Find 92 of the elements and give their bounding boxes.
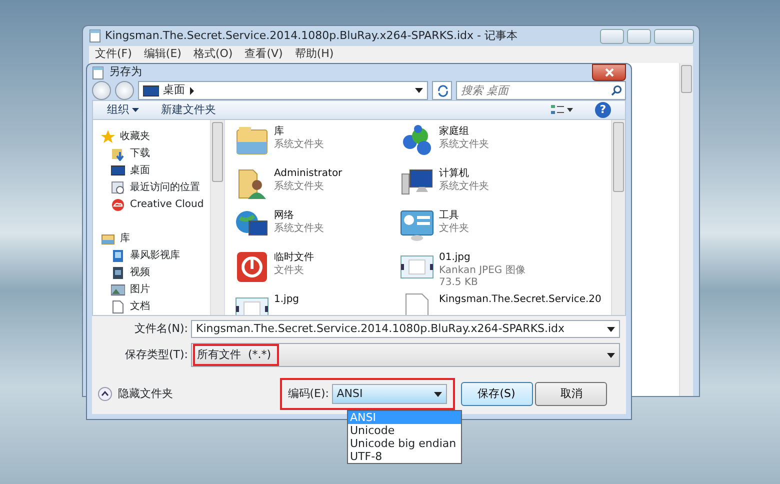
new-folder-button[interactable]: 新建文件夹 [160, 102, 216, 118]
menu-item[interactable]: 格式(O) [193, 46, 233, 63]
menu-item[interactable]: 帮助(H) [294, 46, 334, 63]
notepad-icon [92, 66, 104, 80]
scrollbar[interactable] [210, 120, 224, 315]
picture-icon [111, 282, 125, 296]
sidebar-item[interactable]: 视频 [130, 265, 150, 280]
media-library-icon [111, 248, 125, 262]
minimize-button[interactable] [600, 28, 624, 44]
close-button[interactable] [592, 64, 626, 81]
cloud-logo-icon [111, 198, 125, 212]
field-value: ANSI [336, 386, 363, 402]
video-icon [111, 266, 125, 280]
organize-menu[interactable]: 组织 [107, 102, 139, 118]
caret-icon [132, 108, 139, 112]
field-value: Kingsman.The.Secret.Service.2014.1080p.BluRay.x264-SPARKS.idx [196, 320, 565, 337]
power-button-icon [235, 250, 269, 284]
file-detail: 文件夹 [439, 222, 469, 234]
desktop-icon [143, 84, 159, 97]
address-bar[interactable]: 桌面 [138, 81, 428, 100]
document-icon [111, 300, 125, 314]
dropdown-option[interactable]: Unicode big endian [348, 437, 461, 450]
file-name[interactable]: Kingsman.The.Secret.Service.20 [439, 294, 602, 306]
file-name[interactable]: 网络 [274, 210, 324, 222]
file-type-dropdown[interactable]: 所有文件 (*.*) [191, 343, 620, 367]
search-icon [611, 85, 622, 96]
breadcrumb[interactable]: 桌面 [163, 82, 185, 99]
encoding-dropdown[interactable]: ANSI [332, 384, 447, 404]
sidebar-item[interactable]: 暴风影视库 [130, 248, 180, 263]
file-name[interactable]: 01.jpg [439, 252, 526, 264]
cancel-button[interactable]: 取消 [535, 382, 608, 406]
field-label: 保存类型(T): [124, 346, 188, 363]
hide-folders-toggle[interactable]: 隐藏文件夹 [118, 386, 173, 402]
file-detail: Kankan JPEG 图像 [439, 264, 526, 276]
window-title: Kingsman.The.Secret.Service.2014.1080p.BluRay.x264-SPARKS.idx - 记事本 [105, 28, 518, 44]
control-panel-icon [400, 208, 434, 242]
download-folder-icon [111, 146, 125, 160]
sidebar-item[interactable]: 图片 [130, 282, 150, 297]
file-name[interactable]: 库 [274, 126, 324, 138]
refresh-icon [437, 84, 449, 97]
close-icon [604, 68, 614, 77]
scrollbar[interactable] [611, 120, 625, 315]
forward-button[interactable] [115, 81, 134, 100]
file-name[interactable]: 1.jpg [274, 294, 300, 306]
save-button[interactable]: 保存(S) [460, 382, 532, 406]
encoding-label: 编码(E): [288, 386, 329, 402]
dropdown-option[interactable]: Unicode [348, 424, 461, 437]
file-detail: 系统文件夹 [274, 180, 325, 192]
menu-item[interactable]: 查看(V) [244, 46, 283, 63]
dropdown-arrow-icon [607, 326, 615, 332]
file-name[interactable]: 临时文件 [274, 252, 314, 264]
back-button[interactable] [92, 81, 111, 100]
field-value: 所有文件 (*.*) [193, 344, 280, 366]
file-detail: 73.5 KB [439, 276, 479, 288]
menu-item[interactable]: 编辑(E) [144, 46, 182, 63]
sidebar-item[interactable]: 下载 [130, 146, 150, 161]
file-detail: 文件夹 [274, 264, 305, 276]
file-name-field[interactable]: Kingsman.The.Secret.Service.2014.1080p.BluRay.x264-SPARKS.idx [191, 320, 620, 338]
file-name[interactable]: 家庭组 [439, 126, 489, 138]
dialog-title: 另存为 [109, 64, 142, 80]
file-name[interactable]: 计算机 [439, 168, 489, 180]
file-detail: 系统文件夹 [274, 222, 324, 234]
sidebar-group[interactable]: 收藏夹 [120, 129, 150, 144]
dropdown-arrow-icon [415, 88, 423, 94]
scrollbar[interactable] [679, 63, 693, 396]
sidebar-item[interactable]: 桌面 [130, 163, 150, 178]
file-name[interactable]: Administrator [274, 168, 342, 180]
sidebar-item[interactable]: 最近访问的位置 [130, 180, 200, 195]
star-icon [101, 130, 115, 144]
file-detail: 系统文件夹 [439, 138, 489, 150]
refresh-button[interactable] [432, 81, 452, 100]
library-icon [101, 232, 115, 246]
network-spheres-icon [400, 124, 434, 158]
menu-item[interactable]: 文件(F) [95, 46, 132, 63]
field-label: 文件名(N): [133, 320, 188, 337]
dropdown-arrow-icon [434, 392, 442, 396]
sidebar-group[interactable]: 库 [120, 231, 130, 246]
search-field[interactable]: 搜索 桌面 [456, 81, 626, 100]
recent-places-icon [111, 180, 125, 194]
dropdown-arrow-icon [607, 352, 615, 358]
sidebar-item[interactable]: 文档 [130, 299, 150, 314]
dropdown-option[interactable]: UTF-8 [348, 450, 461, 463]
file-detail: 系统文件夹 [439, 180, 489, 192]
maximize-button[interactable] [626, 28, 651, 44]
file-detail: 系统文件夹 [274, 138, 324, 150]
help-button[interactable]: ? [595, 102, 611, 118]
file-name[interactable]: 工具 [439, 210, 469, 222]
desktop-icon [111, 164, 125, 178]
sidebar-item[interactable]: Creative Cloud [130, 197, 204, 212]
chevron-right-icon [189, 86, 195, 95]
view-options-icon[interactable] [551, 104, 573, 116]
notepad-icon [89, 29, 101, 43]
